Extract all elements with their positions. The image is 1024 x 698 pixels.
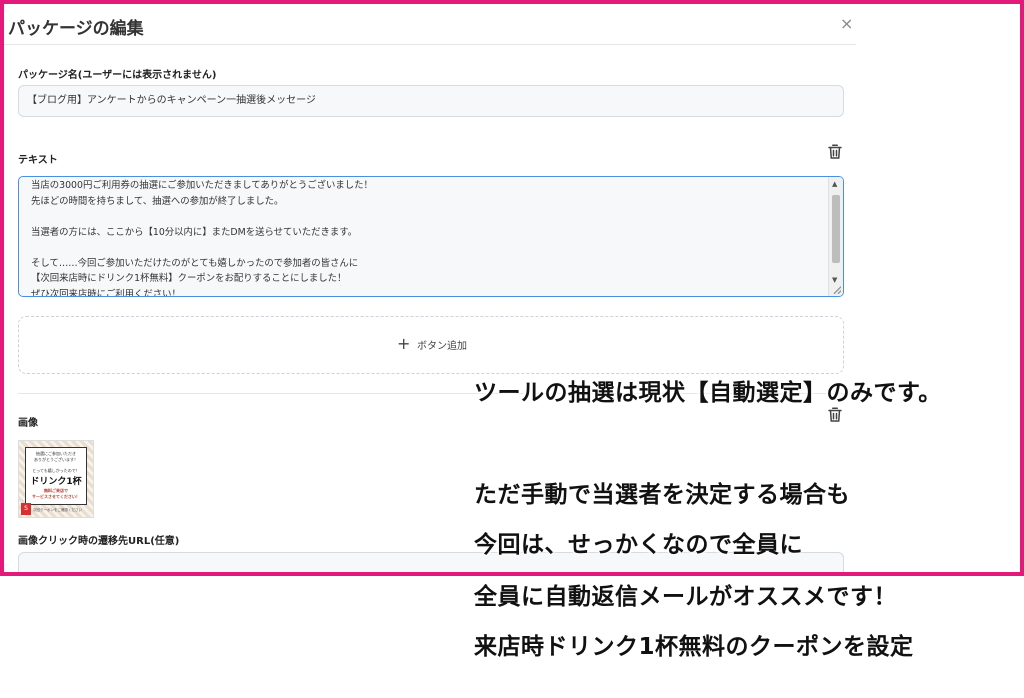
annotation-line: 今回は、せっかくなので全員に: [474, 532, 803, 558]
scroll-up-icon[interactable]: ▲: [832, 180, 837, 188]
thumb-footer: 次回クーポンをご確認ください: [33, 508, 82, 512]
scroll-thumb[interactable]: [832, 195, 840, 263]
textarea-line: そして……今回ご参加いただけたのがとても嬉しかったので参加者の皆さんに: [31, 257, 359, 269]
textarea-line: 当選者の方には、ここから【10分以内に】またDMを送らせていただきます。: [31, 226, 358, 238]
annotation-para-2: 今回は、せっかくなので全員に 来店時ドリンク1杯無料のクーポンを設定: [474, 460, 914, 698]
trash-icon[interactable]: [826, 143, 844, 161]
text-label: テキスト: [18, 155, 58, 166]
textarea-line: [31, 209, 825, 225]
textarea-line: 【次回来店時にドリンク1杯無料】クーポンをお配りすることにしました！: [31, 273, 347, 284]
add-button-label: ボタン追加: [417, 341, 467, 352]
message-text: 当店の3000円ご利用券の抽選にご参加いただきましてありがとうございました！ 先ほ…: [31, 178, 825, 297]
resize-handle[interactable]: [833, 286, 841, 294]
thumb-text-5: サービスさせてください！: [32, 494, 80, 499]
thumb-headline: ドリンク1杯: [30, 477, 82, 487]
image-thumbnail[interactable]: 抽選にご参加いただき ありがとうございます！ とっても嬉しかったので！ ドリンク…: [18, 440, 94, 518]
logo-badge: S: [21, 503, 31, 515]
textarea-line: 先ほどの時間を持ちまして、抽選への参加が終了しました。: [31, 195, 284, 207]
textarea-scrollbar[interactable]: ▲ ▼: [828, 177, 843, 296]
image-label: 画像: [18, 418, 38, 429]
package-name-label: パッケージ名(ユーザーには表示されません): [18, 70, 217, 81]
plus-icon: +: [397, 334, 411, 353]
textarea-line: ぜひ次回来店時にご利用ください！: [31, 288, 181, 297]
header-divider: [4, 44, 856, 45]
url-label: 画像クリック時の遷移先URL(任意): [18, 536, 180, 547]
annotation-line: ツールの抽選は現状【自動選定】のみです。: [474, 380, 942, 406]
modal-title: パッケージの編集: [8, 19, 144, 39]
textarea-line: 当店の3000円ご利用券の抽選にご参加いただきましてありがとうございました！: [31, 180, 373, 191]
package-name-input[interactable]: 【ブログ用】アンケートからのキャンペーン一抽選後メッセージ: [18, 85, 844, 117]
message-textarea[interactable]: 当店の3000円ご利用券の抽選にご参加いただきましてありがとうございました！ 先ほ…: [18, 176, 844, 297]
close-icon[interactable]: ×: [840, 14, 853, 33]
thumb-text-2: ありがとうございます！: [34, 457, 78, 462]
thumbnail-card: 抽選にご参加いただき ありがとうございます！ とっても嬉しかったので！ ドリンク…: [25, 447, 87, 505]
annotation-line: 来店時ドリンク1杯無料のクーポンを設定: [474, 634, 914, 660]
textarea-line: [31, 240, 825, 256]
scroll-down-icon[interactable]: ▼: [832, 276, 837, 284]
